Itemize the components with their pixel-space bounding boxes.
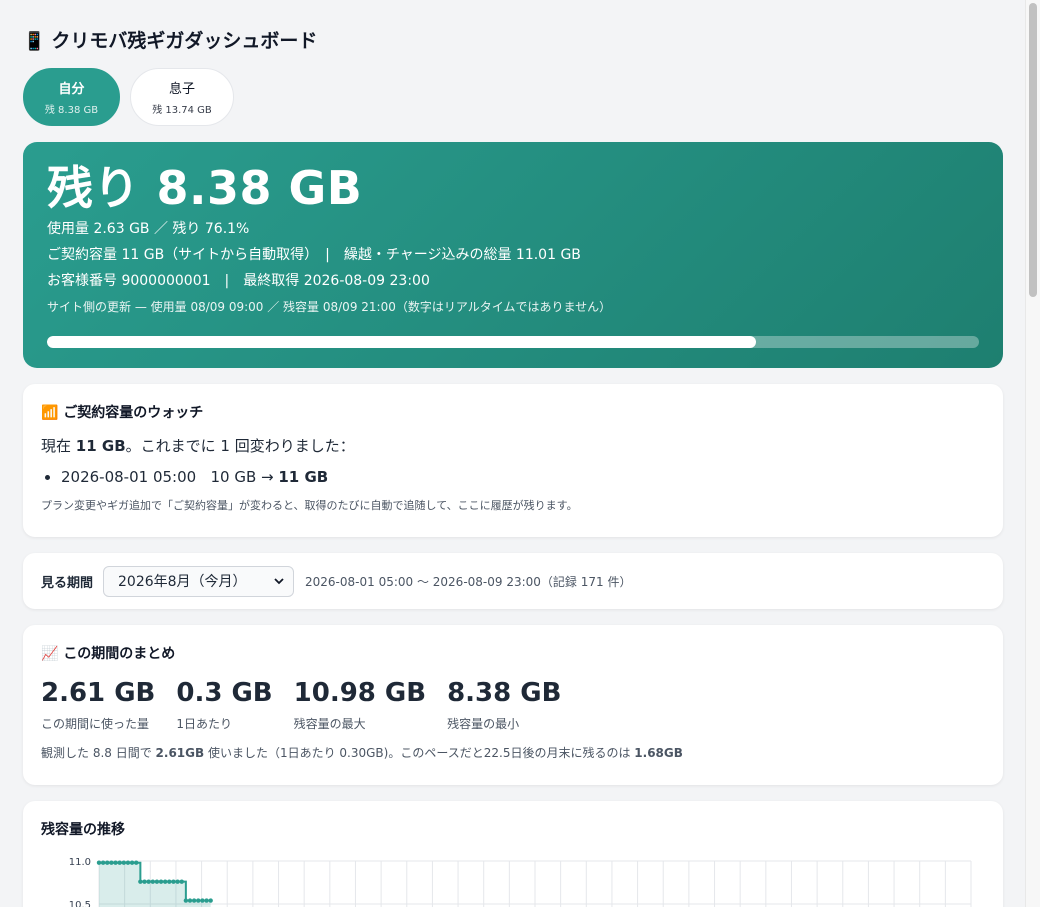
remaining-hero-card: 残り 8.38 GB 使用量 2.63 GB ／ 残り 76.1% ご契約容量 … (23, 142, 1003, 368)
history-date: 2026-08-01 05:00 (61, 468, 197, 486)
stat-min-caption: 残容量の最小 (447, 717, 520, 731)
summary-desc-forecast: 1.68GB (634, 746, 683, 760)
data-point (154, 879, 160, 884)
data-point (146, 879, 151, 884)
tab-son-label: 息子 (168, 82, 195, 97)
data-point (105, 860, 110, 865)
data-point (158, 879, 164, 884)
tab-self[interactable]: 自分 残 8.38 GB (23, 68, 120, 126)
data-point (117, 860, 122, 865)
stat-used-value: 2.61 GB (41, 678, 156, 708)
data-point (179, 879, 184, 884)
remaining-trend-chart: 11.0 10.5 (69, 857, 972, 907)
data-point (162, 879, 168, 884)
data-point (187, 898, 193, 903)
chevron-down-icon (274, 578, 284, 585)
customer-line: お客様番号 9000000001 | 最終取得 2026-08-09 23:00 (47, 273, 430, 289)
scrollbar[interactable] (1025, 0, 1040, 907)
data-point (200, 898, 205, 903)
period-card: 見る期間 2026年8月（今月） 2026-08-01 05:00 〜 2026… (23, 553, 1003, 609)
summary-stats: 2.61 GB この期間に使った量 0.3 GB 1日あたり 10.98 GB … (41, 675, 985, 732)
history-arrow: → (256, 468, 279, 486)
history-from: 10 GB (210, 468, 257, 486)
data-point (125, 860, 131, 865)
tab-self-label: 自分 (58, 82, 85, 97)
stat-min-value: 8.38 GB (447, 678, 562, 708)
tab-son[interactable]: 息子 残 13.74 GB (130, 68, 234, 126)
usage-line: 使用量 2.63 GB ／ 残り 76.1% (47, 221, 250, 237)
data-point (150, 879, 155, 884)
chart-up-icon: 📈 (41, 646, 59, 662)
profile-tabs: 自分 残 8.38 GB 息子 残 13.74 GB (23, 68, 234, 126)
summary-desc-c: 使いました（1日あたり 0.30GB)。このペースだと22.5日後の月末に残るの… (204, 746, 635, 760)
period-summary-title-text: この期間のまとめ (63, 646, 176, 662)
stat-max-caption: 残容量の最大 (293, 717, 366, 731)
list-item: 2026-08-01 05:00 10 GB → 11 GB (61, 468, 985, 486)
update-note: サイト側の更新 — 使用量 08/09 09:00 ／ 残容量 08/09 21… (47, 300, 612, 314)
stat-min: 8.38 GB 残容量の最小 (447, 675, 561, 732)
stat-per-day: 0.3 GB 1日あたり (176, 675, 272, 732)
remaining-amount: 残り 8.38 GB (47, 161, 363, 215)
stat-used-caption: この期間に使った量 (41, 717, 150, 731)
period-select-value: 2026年8月（今月） (118, 574, 247, 590)
current-contract-suffix: 。これまでに 1 回変わりました： (125, 437, 355, 455)
data-point (109, 860, 114, 865)
stat-per-day-caption: 1日あたり (176, 717, 232, 731)
y-tick-label: 10.5 (69, 900, 91, 907)
current-contract-value: 11 GB (75, 437, 126, 455)
data-point (167, 879, 172, 884)
remaining-progress-bar (47, 336, 979, 348)
period-summary-title: 📈 この期間のまとめ (41, 643, 985, 663)
period-select[interactable]: 2026年8月（今月） (103, 565, 295, 597)
tab-son-remaining: 残 13.74 GB (152, 105, 212, 116)
data-point (204, 898, 209, 903)
contract-watch-title-text: ご契約容量のウォッチ (63, 405, 204, 421)
data-point (196, 898, 201, 903)
summary-desc-a: 観測した 8.8 日間で (41, 746, 156, 760)
summary-desc-used: 2.61GB (155, 746, 205, 760)
remaining-progress-fill (47, 336, 757, 348)
stat-per-day-value: 0.3 GB (176, 678, 273, 708)
remaining-trend-card: 残容量の推移 11.0 10.5 (23, 801, 1003, 907)
stat-used: 2.61 GB この期間に使った量 (41, 675, 155, 732)
stat-max-value: 10.98 GB (293, 678, 427, 708)
data-point (129, 860, 135, 865)
contract-watch-card: 📶 ご契約容量のウォッチ 現在 11 GB。これまでに 1 回変わりました： 2… (23, 384, 1003, 537)
data-point (175, 879, 180, 884)
signal-icon: 📶 (41, 405, 59, 421)
data-point (138, 879, 143, 884)
y-tick-label: 11.0 (69, 857, 91, 868)
data-point (113, 860, 118, 865)
period-label: 見る期間 (41, 575, 94, 591)
page-title: 📱 クリモバ残ギガダッシュボード (23, 26, 317, 53)
data-point (100, 860, 106, 865)
data-point (142, 879, 147, 884)
phone-icon: 📱 (23, 31, 46, 52)
tab-self-remaining: 残 8.38 GB (44, 105, 99, 116)
period-range: 2026-08-01 05:00 〜 2026-08-09 23:00（記録 1… (305, 574, 632, 589)
current-contract-text: 現在 11 GB。これまでに 1 回変わりました： (41, 435, 985, 456)
stat-max: 10.98 GB 残容量の最大 (294, 675, 426, 732)
data-point (191, 898, 197, 903)
summary-description: 観測した 8.8 日間で 2.61GB 使いました（1日あたり 0.30GB)。… (41, 744, 985, 761)
contract-watch-title: 📶 ご契約容量のウォッチ (41, 402, 985, 422)
page-title-text: クリモバ残ギガダッシュボード (51, 30, 318, 52)
contract-watch-note: プラン変更やギガ追加で「ご契約容量」が変わると、取得のたびに自動で追随して、ここ… (41, 499, 578, 512)
current-contract-prefix: 現在 (41, 437, 76, 455)
data-point (121, 860, 127, 865)
scrollbar-thumb[interactable] (1029, 3, 1037, 297)
data-point (134, 860, 139, 865)
data-point (171, 879, 176, 884)
data-point (208, 898, 213, 903)
contract-history-list: 2026-08-01 05:00 10 GB → 11 GB (41, 468, 985, 486)
data-point (96, 860, 102, 865)
period-summary-card: 📈 この期間のまとめ 2.61 GB この期間に使った量 0.3 GB 1日あた… (23, 625, 1003, 785)
history-to: 11 GB (278, 468, 329, 486)
data-point (183, 898, 189, 903)
contract-line: ご契約容量 11 GB（サイトから自動取得） | 繰越・チャージ込みの総量 11… (47, 247, 581, 263)
